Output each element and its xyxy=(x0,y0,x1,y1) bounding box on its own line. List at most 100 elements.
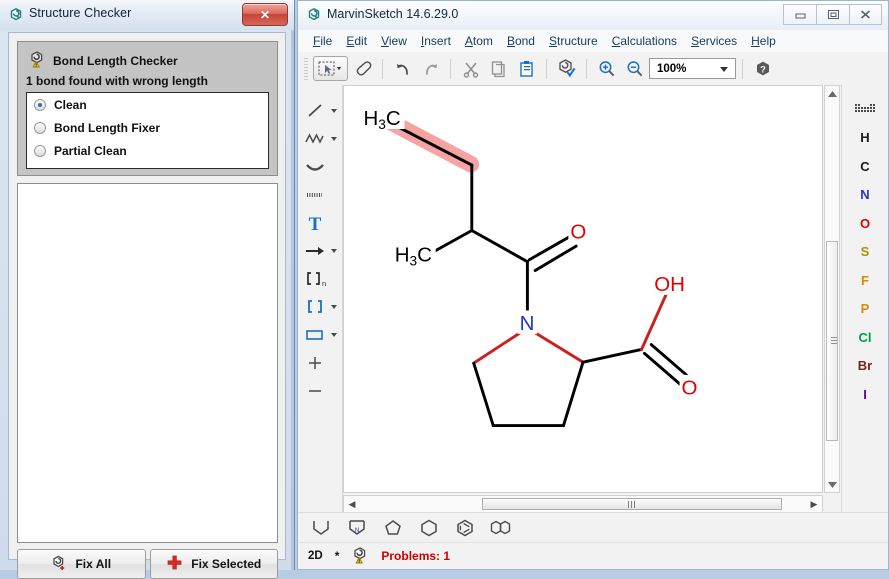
scroll-down-button[interactable] xyxy=(825,477,839,492)
menu-services[interactable]: Services xyxy=(684,32,744,50)
marvin-titlebar[interactable]: MarvinSketch 14.6.29.0 xyxy=(298,1,888,31)
menu-help[interactable]: Help xyxy=(744,32,783,50)
benzene-icon xyxy=(454,518,476,538)
element-i[interactable]: I xyxy=(842,380,888,409)
menu-insert[interactable]: Insert xyxy=(414,32,458,50)
structure-checker-title: Structure Checker xyxy=(29,6,131,20)
naphthalene-template[interactable] xyxy=(488,517,514,539)
benzene-template[interactable] xyxy=(452,517,478,539)
toolbar-separator-5 xyxy=(742,59,743,79)
radio-partial-clean[interactable] xyxy=(34,145,46,157)
horizontal-scroll-thumb[interactable] xyxy=(482,498,782,510)
option-bond-length-fixer-label: Bond Length Fixer xyxy=(54,121,160,135)
bracket-tool[interactable] xyxy=(298,293,342,321)
canvas-vertical-scrollbar[interactable] xyxy=(824,85,840,493)
fix-option-list[interactable]: Clean Bond Length Fixer Partial Clean xyxy=(26,92,269,169)
cyclopentane-open-template[interactable] xyxy=(308,517,334,539)
menu-atom[interactable]: Atom xyxy=(458,32,500,50)
chevron-down-icon[interactable] xyxy=(331,305,337,309)
element-cl[interactable]: Cl xyxy=(842,323,888,352)
status-problems-label[interactable]: Problems: 1 xyxy=(381,549,450,563)
molecule-canvas[interactable]: H3C H3C O N OH O xyxy=(343,85,823,493)
zoom-in-button[interactable] xyxy=(593,56,620,81)
chevron-down-icon[interactable] xyxy=(331,137,337,141)
chevron-down-icon[interactable] xyxy=(331,333,337,337)
option-clean[interactable]: Clean xyxy=(27,93,268,116)
chevron-down-icon[interactable] xyxy=(331,249,337,253)
structure-checker-button[interactable] xyxy=(553,56,580,81)
polymer-bracket-tool[interactable]: n xyxy=(298,265,342,293)
close-button[interactable] xyxy=(849,4,882,25)
atom-label-o-acid: O xyxy=(682,376,698,399)
element-n[interactable]: N xyxy=(842,181,888,210)
menu-view[interactable]: View xyxy=(374,32,414,50)
element-br[interactable]: Br xyxy=(842,352,888,381)
menu-bond[interactable]: Bond xyxy=(500,32,542,50)
vertical-scroll-thumb[interactable] xyxy=(826,241,838,441)
status-warning-hexagon-icon[interactable] xyxy=(351,546,369,567)
reaction-arrow-tool[interactable] xyxy=(298,237,342,265)
maximize-button[interactable] xyxy=(816,4,849,25)
structure-checker-icon xyxy=(8,7,24,23)
element-h[interactable]: H xyxy=(842,124,888,153)
eraser-tool-button[interactable] xyxy=(349,56,376,81)
option-bond-length-fixer[interactable]: Bond Length Fixer xyxy=(27,116,268,139)
zoom-level-combobox[interactable]: 100% xyxy=(649,58,736,79)
radio-clean[interactable] xyxy=(34,99,46,111)
periodic-table-button[interactable] xyxy=(842,95,888,124)
close-button[interactable]: ✕ xyxy=(242,3,288,26)
atom-label-o-ketone: O xyxy=(570,220,586,243)
copy-button[interactable] xyxy=(485,56,512,81)
element-o[interactable]: O xyxy=(842,209,888,238)
selection-tool-button[interactable] xyxy=(313,56,348,81)
text-tool[interactable]: T xyxy=(298,209,342,237)
increase-charge-tool[interactable] xyxy=(298,349,342,377)
redo-button[interactable] xyxy=(417,56,444,81)
chain-tool[interactable] xyxy=(298,125,342,153)
menu-edit[interactable]: Edit xyxy=(339,32,374,50)
scroll-right-button[interactable]: ▶ xyxy=(806,499,822,510)
element-p[interactable]: P xyxy=(842,295,888,324)
structure-checker-window: Structure Checker ✕ xyxy=(0,0,295,570)
pyrrolidine-template[interactable]: N xyxy=(344,517,370,539)
help-button[interactable]: ? xyxy=(749,56,776,81)
atom-label-oh: OH xyxy=(654,273,685,296)
checker-detail-list[interactable] xyxy=(17,183,278,543)
warning-hexagon-icon xyxy=(28,50,46,71)
decrease-charge-tool[interactable] xyxy=(298,377,342,405)
bracket-n-icon: n xyxy=(304,268,326,290)
cyclopentane-template[interactable] xyxy=(380,517,406,539)
menu-calculations[interactable]: Calculations xyxy=(605,32,684,50)
paste-button[interactable] xyxy=(513,56,540,81)
cut-button[interactable] xyxy=(457,56,484,81)
zoom-out-button[interactable] xyxy=(621,56,648,81)
chevron-down-icon[interactable] xyxy=(720,67,728,72)
menu-file[interactable]: File xyxy=(306,32,339,50)
svg-text:n: n xyxy=(322,279,326,288)
dashed-tool[interactable] xyxy=(298,181,342,209)
rectangle-tool[interactable] xyxy=(298,321,342,349)
option-partial-clean[interactable]: Partial Clean xyxy=(27,139,268,162)
cyclohexane-template[interactable] xyxy=(416,517,442,539)
toolbar-grip[interactable] xyxy=(304,58,308,80)
undo-button[interactable] xyxy=(389,56,416,81)
minimize-button[interactable] xyxy=(783,4,816,25)
arc-icon xyxy=(304,156,326,178)
menu-structure[interactable]: Structure xyxy=(542,32,605,50)
chevron-down-icon[interactable] xyxy=(331,109,337,113)
arc-tool[interactable] xyxy=(298,153,342,181)
fix-selected-label: Fix Selected xyxy=(191,557,261,571)
toolbar-separator-3 xyxy=(546,59,547,79)
scroll-up-button[interactable] xyxy=(825,86,839,101)
structure-checker-titlebar[interactable]: Structure Checker ✕ xyxy=(0,0,294,30)
single-bond-tool[interactable] xyxy=(298,97,342,125)
fix-all-button[interactable]: Fix All xyxy=(17,549,146,579)
radio-bond-length-fixer[interactable] xyxy=(34,122,46,134)
fix-selected-button[interactable]: Fix Selected xyxy=(150,549,279,579)
scroll-left-button[interactable]: ◀ xyxy=(344,499,360,510)
element-c[interactable]: C xyxy=(842,152,888,181)
option-clean-label: Clean xyxy=(54,98,87,112)
canvas-horizontal-scrollbar[interactable]: ◀ ▶ xyxy=(343,495,823,513)
element-s[interactable]: S xyxy=(842,238,888,267)
element-f[interactable]: F xyxy=(842,266,888,295)
